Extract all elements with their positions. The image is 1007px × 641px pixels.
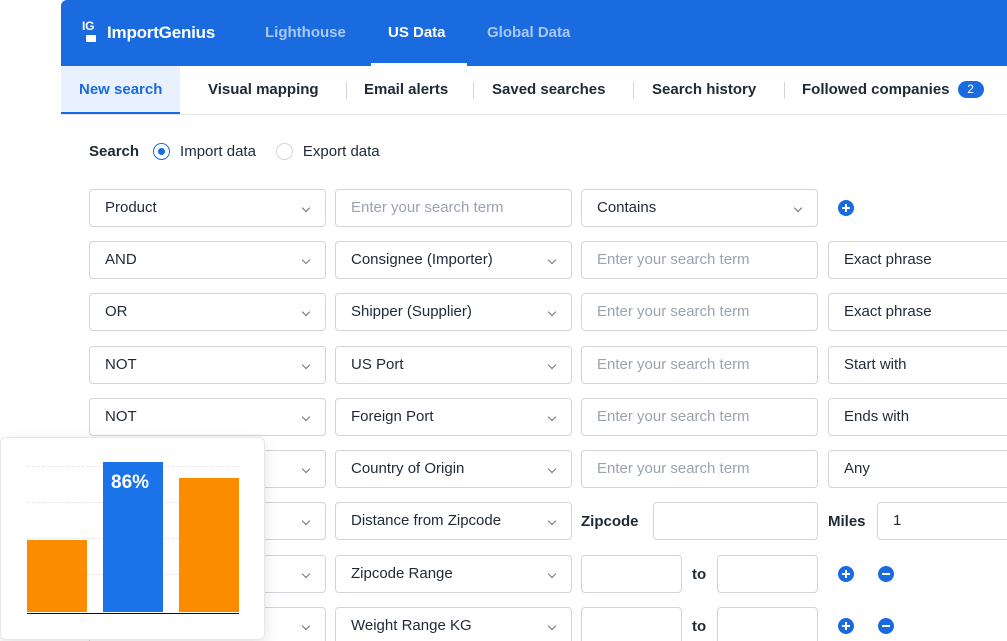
match-select[interactable]: Exact phrase: [828, 241, 1007, 279]
search-type-label: Search: [89, 143, 140, 160]
tab-divider: [633, 82, 634, 99]
search-term-input[interactable]: Enter your search term: [581, 293, 818, 331]
topnav-us-data[interactable]: US Data: [388, 24, 446, 41]
chart-bar: [27, 540, 87, 612]
tab-search-history[interactable]: Search history: [652, 66, 756, 114]
search-term-input[interactable]: Enter your search term: [581, 346, 818, 384]
tab-divider: [346, 82, 347, 99]
operator-select[interactable]: AND: [89, 241, 326, 279]
brand-name: ImportGenius: [107, 23, 216, 42]
add-row-icon[interactable]: [838, 566, 854, 582]
topnav-global-data[interactable]: Global Data: [487, 24, 570, 41]
miles-input[interactable]: 1: [877, 502, 1007, 540]
field-select[interactable]: Consignee (Importer): [335, 241, 572, 279]
sub-nav: New search Visual mapping Email alerts S…: [61, 66, 1007, 115]
tab-visual-mapping[interactable]: Visual mapping: [208, 66, 319, 114]
zipcode-label: Zipcode: [581, 513, 639, 530]
field-select[interactable]: Distance from Zipcode: [335, 502, 572, 540]
range-to-input[interactable]: [717, 607, 818, 641]
match-select[interactable]: Ends with: [828, 398, 1007, 436]
field-select[interactable]: Shipper (Supplier): [335, 293, 572, 331]
range-to-input[interactable]: [717, 555, 818, 593]
brand-logo[interactable]: IG ImportGenius: [82, 19, 216, 44]
topnav-lighthouse[interactable]: Lighthouse: [265, 24, 346, 41]
chart-bar: [179, 478, 239, 612]
field-select[interactable]: Zipcode Range: [335, 555, 572, 593]
tab-email-alerts[interactable]: Email alerts: [364, 66, 448, 114]
followed-count-badge: 2: [957, 81, 984, 98]
tab-new-search[interactable]: New search: [61, 66, 181, 114]
range-from-input[interactable]: [581, 555, 682, 593]
import-data-radio[interactable]: [153, 143, 171, 160]
tab-followed-companies[interactable]: Followed companies 2: [802, 66, 984, 114]
zipcode-input[interactable]: [653, 502, 818, 540]
export-data-label[interactable]: Export data: [303, 143, 380, 160]
remove-row-icon[interactable]: [878, 618, 894, 634]
chart-baseline: [27, 613, 239, 614]
lightbulb-icon: IG: [82, 19, 100, 44]
search-term-input[interactable]: Enter your search term: [581, 241, 818, 279]
tab-saved-searches[interactable]: Saved searches: [492, 66, 605, 114]
match-select[interactable]: Any: [828, 450, 1007, 488]
operator-select[interactable]: OR: [89, 293, 326, 331]
search-term-input[interactable]: Enter your search term: [335, 189, 572, 227]
remove-row-icon[interactable]: [878, 566, 894, 582]
add-row-icon[interactable]: [838, 618, 854, 634]
top-bar: IG ImportGenius Lighthouse US Data Globa…: [61, 0, 1007, 66]
match-select[interactable]: Exact phrase: [828, 293, 1007, 331]
to-label: to: [692, 566, 707, 583]
field-select[interactable]: US Port: [335, 346, 572, 384]
bar-chart-card: 86%: [0, 437, 265, 640]
operator-select[interactable]: NOT: [89, 398, 326, 436]
field-select-product[interactable]: Product: [89, 189, 326, 227]
operator-select[interactable]: NOT: [89, 346, 326, 384]
search-term-input[interactable]: Enter your search term: [581, 450, 818, 488]
search-term-input[interactable]: Enter your search term: [581, 398, 818, 436]
field-select[interactable]: Country of Origin: [335, 450, 572, 488]
miles-label: Miles: [828, 513, 866, 530]
import-data-label[interactable]: Import data: [180, 143, 256, 160]
chart-data-label: 86%: [111, 472, 150, 493]
field-select[interactable]: Foreign Port: [335, 398, 572, 436]
export-data-radio[interactable]: [275, 143, 293, 160]
range-from-input[interactable]: [581, 607, 682, 641]
tab-followed-companies-label: Followed companies: [802, 81, 950, 98]
field-select[interactable]: Weight Range KG: [335, 607, 572, 641]
tab-divider: [473, 82, 474, 99]
tab-divider: [784, 82, 785, 99]
to-label: to: [692, 618, 707, 635]
match-select[interactable]: Contains: [581, 189, 818, 227]
match-select[interactable]: Start with: [828, 346, 1007, 384]
search-type: Search Import data Export data: [89, 143, 400, 160]
add-row-icon[interactable]: [838, 200, 854, 216]
